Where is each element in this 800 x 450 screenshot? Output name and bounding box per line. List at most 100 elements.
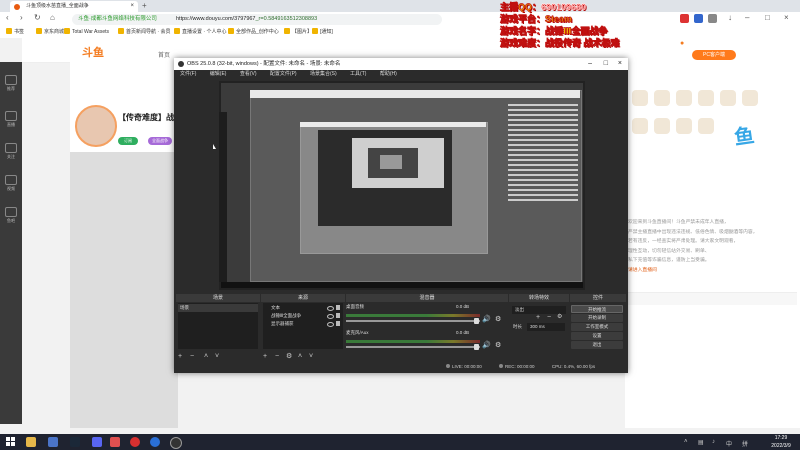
bookmark-item[interactable]: 首页新闻导航 · 会员 xyxy=(118,28,170,37)
gift-icon[interactable] xyxy=(676,90,692,106)
menu-scene-collection[interactable]: 场景集合(S) xyxy=(310,71,337,77)
settings-button[interactable]: 设置 xyxy=(571,332,623,340)
browser-tab[interactable]: 斗鱼顶级水苗直播_全面战争 × xyxy=(10,1,138,12)
ime-icon[interactable]: 中 xyxy=(726,439,732,448)
steam-icon[interactable] xyxy=(70,437,80,447)
obs-icon[interactable] xyxy=(170,437,182,449)
source-item[interactable]: 显示器捕获 xyxy=(263,320,340,328)
move-source-down-button[interactable]: ˅ xyxy=(309,352,313,361)
home-icon[interactable]: ⌂ xyxy=(50,13,55,22)
streamer-avatar[interactable] xyxy=(75,105,117,147)
visibility-eye-icon[interactable] xyxy=(327,306,334,311)
browser-icon[interactable] xyxy=(150,437,160,447)
site-nav-item[interactable]: 首页 xyxy=(158,50,170,59)
new-tab-button[interactable]: + xyxy=(142,0,147,12)
gift-icon[interactable] xyxy=(632,90,648,106)
category-badge[interactable]: 全面战争 xyxy=(148,137,172,145)
add-scene-button[interactable]: + xyxy=(178,352,182,361)
bookmark-item[interactable]: 直播设置 · 个人中心 xyxy=(174,28,226,37)
menu-file[interactable]: 文件(F) xyxy=(180,71,196,77)
move-source-up-button[interactable]: ˄ xyxy=(298,352,302,361)
close-window-icon[interactable]: × xyxy=(618,58,622,70)
url-input[interactable]: 斗鱼·成都斗鱼网络科技有限公司 https://www.douyu.com/37… xyxy=(72,14,442,25)
volume-fader-handle[interactable] xyxy=(474,318,479,324)
side-nav-item[interactable]: 鱼吧 xyxy=(2,206,20,224)
lock-icon[interactable] xyxy=(336,305,340,310)
source-properties-gear-icon[interactable]: ⚙ xyxy=(286,352,292,361)
extension-icon[interactable] xyxy=(708,14,717,23)
tray-chevron-icon[interactable]: ˄ xyxy=(684,439,688,445)
lock-icon[interactable] xyxy=(336,321,340,326)
forward-icon[interactable]: › xyxy=(20,13,23,22)
visibility-eye-icon[interactable] xyxy=(327,322,334,327)
source-item[interactable]: 战锤Ⅲ全面战争 xyxy=(263,312,340,320)
bookmark-item[interactable]: 全部作品_创作中心 xyxy=(228,28,279,37)
speaker-icon[interactable]: 🔊 xyxy=(482,342,491,349)
volume-icon[interactable]: ♪ xyxy=(712,439,715,445)
minimize-icon[interactable]: – xyxy=(745,13,749,22)
remove-source-button[interactable]: − xyxy=(275,352,279,361)
start-recording-button[interactable]: 开始录制 xyxy=(571,314,623,322)
gift-icon[interactable] xyxy=(654,90,670,106)
side-nav-item[interactable]: 视频 xyxy=(2,174,20,192)
visibility-eye-icon[interactable] xyxy=(327,314,334,319)
remove-transition-button[interactable]: − xyxy=(547,313,551,322)
reload-icon[interactable]: ↻ xyxy=(34,13,41,22)
gift-icon[interactable] xyxy=(742,90,758,106)
side-nav-item[interactable]: 关注 xyxy=(2,142,20,160)
start-streaming-button[interactable]: 开始推流 xyxy=(571,305,623,313)
minimize-icon[interactable]: – xyxy=(588,58,592,70)
app-icon[interactable] xyxy=(110,437,120,447)
site-logo[interactable]: 斗鱼 xyxy=(82,44,104,60)
move-scene-up-button[interactable]: ˄ xyxy=(204,352,208,361)
menu-edit[interactable]: 编辑(E) xyxy=(210,71,227,77)
network-icon[interactable]: ▤ xyxy=(698,439,704,446)
gift-icon[interactable] xyxy=(720,90,736,106)
file-explorer-icon[interactable] xyxy=(26,437,36,447)
menu-tools[interactable]: 工具(T) xyxy=(350,71,366,77)
obs-titlebar[interactable]: OBS 25.0.8 (32-bit, windows) - 配置文件: 未命名… xyxy=(174,58,628,70)
gift-icon[interactable] xyxy=(698,118,714,134)
duration-input[interactable]: 300 ms xyxy=(527,323,565,331)
lock-icon[interactable] xyxy=(336,313,340,318)
gift-icon[interactable] xyxy=(632,118,648,134)
gift-icon[interactable] xyxy=(654,118,670,134)
mixer-gear-icon[interactable]: ⚙ xyxy=(495,342,502,349)
speaker-icon[interactable]: 🔊 xyxy=(482,316,491,323)
source-item[interactable]: 文本 xyxy=(263,304,340,312)
side-nav-item[interactable]: 直播 xyxy=(2,110,20,128)
transition-gear-icon[interactable]: ⚙ xyxy=(557,313,562,322)
chat-input[interactable] xyxy=(627,292,797,305)
add-transition-button[interactable]: + xyxy=(536,313,540,322)
scene-item[interactable]: 场景 xyxy=(178,304,258,312)
windows-start-icon[interactable] xyxy=(6,437,16,447)
bookmark-item[interactable]: [通知] xyxy=(312,28,333,37)
maximize-icon[interactable]: □ xyxy=(765,13,770,22)
volume-fader[interactable] xyxy=(346,346,480,348)
subscribe-badge[interactable]: 订阅 xyxy=(118,137,138,145)
app-icon[interactable] xyxy=(48,437,58,447)
add-source-button[interactable]: + xyxy=(263,352,267,361)
chat-highlight[interactable]: 请进入直播间 xyxy=(628,266,798,276)
volume-fader[interactable] xyxy=(346,320,480,322)
bookmark-item[interactable]: 京东商城 xyxy=(36,28,64,37)
taskbar-clock[interactable]: 17:29 2022/3/9 xyxy=(762,434,800,450)
bookmark-item[interactable]: Total War Assets xyxy=(64,28,109,37)
app-icon[interactable] xyxy=(130,437,140,447)
menu-view[interactable]: 查看(V) xyxy=(240,71,257,77)
close-tab-icon[interactable]: × xyxy=(130,1,134,12)
gift-icon[interactable] xyxy=(698,90,714,106)
move-scene-down-button[interactable]: ˅ xyxy=(215,352,219,361)
app-icon[interactable] xyxy=(92,437,102,447)
close-window-icon[interactable]: × xyxy=(784,13,789,22)
side-nav-item[interactable]: 推荐 xyxy=(2,74,20,92)
bookmark-item[interactable]: 书签 xyxy=(6,28,24,37)
input-method-icon[interactable]: 拼 xyxy=(742,439,748,448)
gift-icon[interactable] xyxy=(676,118,692,134)
download-icon[interactable]: ↓ xyxy=(728,13,732,22)
exit-button[interactable]: 退出 xyxy=(571,341,623,349)
studio-mode-button[interactable]: 工作室模式 xyxy=(571,323,623,331)
bookmark-item[interactable]: 【图片】 xyxy=(284,28,312,37)
remove-scene-button[interactable]: − xyxy=(190,352,194,361)
mixer-gear-icon[interactable]: ⚙ xyxy=(495,316,502,323)
